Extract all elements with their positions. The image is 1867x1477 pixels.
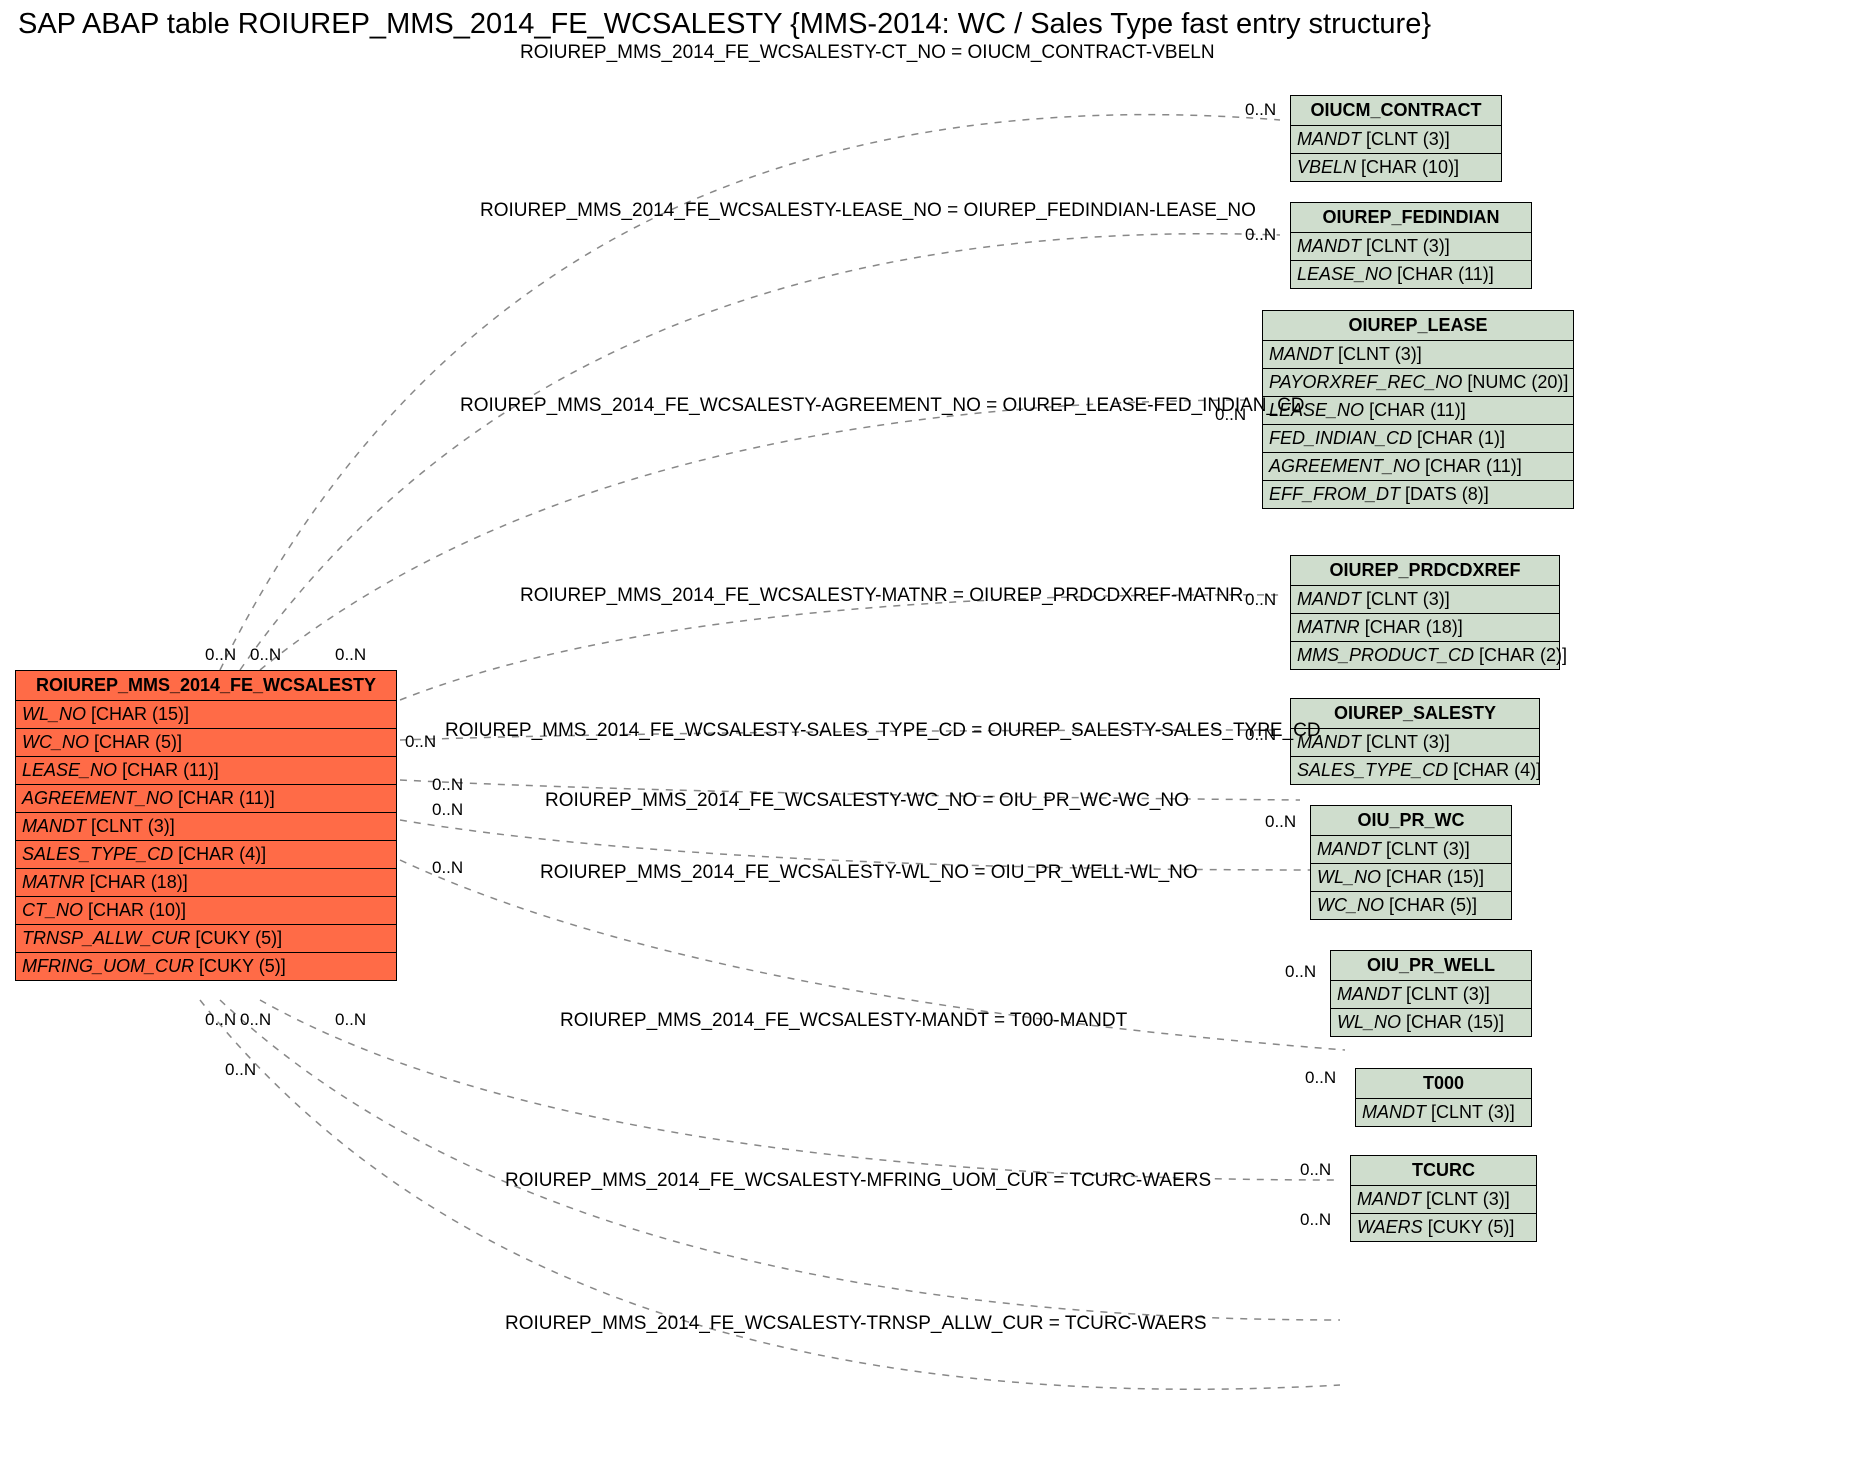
entity-oiurep-prdcdxref: OIUREP_PRDCDXREF MANDT [CLNT (3)] MATNR …: [1290, 555, 1560, 670]
entity-oiurep-fedindian: OIUREP_FEDINDIAN MANDT [CLNT (3)] LEASE_…: [1290, 202, 1532, 289]
field: MANDT [CLNT (3)]: [1331, 981, 1531, 1009]
field: WL_NO [CHAR (15)]: [1331, 1009, 1531, 1036]
cardinality: 0..N: [225, 1060, 256, 1080]
field: SALES_TYPE_CD [CHAR (4)]: [16, 841, 396, 869]
entity-tcurc: TCURC MANDT [CLNT (3)] WAERS [CUKY (5)]: [1350, 1155, 1537, 1242]
field: WL_NO [CHAR (15)]: [1311, 864, 1511, 892]
cardinality: 0..N: [1245, 225, 1276, 245]
cardinality: 0..N: [335, 645, 366, 665]
cardinality: 0..N: [1305, 1068, 1336, 1088]
entity-header: OIUREP_LEASE: [1263, 311, 1573, 341]
cardinality: 0..N: [432, 858, 463, 878]
entity-header: OIU_PR_WELL: [1331, 951, 1531, 981]
rel-label: ROIUREP_MMS_2014_FE_WCSALESTY-TRNSP_ALLW…: [505, 1313, 1207, 1335]
field: AGREEMENT_NO [CHAR (11)]: [1263, 453, 1573, 481]
field: CT_NO [CHAR (10)]: [16, 897, 396, 925]
field: PAYORXREF_REC_NO [NUMC (20)]: [1263, 369, 1573, 397]
entity-t000: T000 MANDT [CLNT (3)]: [1355, 1068, 1532, 1127]
cardinality: 0..N: [250, 645, 281, 665]
cardinality: 0..N: [1300, 1160, 1331, 1180]
cardinality: 0..N: [1245, 100, 1276, 120]
entity-header: TCURC: [1351, 1156, 1536, 1186]
cardinality: 0..N: [432, 775, 463, 795]
entity-oiurep-salesty: OIUREP_SALESTY MANDT [CLNT (3)] SALES_TY…: [1290, 698, 1540, 785]
field: MANDT [CLNT (3)]: [16, 813, 396, 841]
field: MANDT [CLNT (3)]: [1291, 586, 1559, 614]
field: MANDT [CLNT (3)]: [1356, 1099, 1531, 1126]
field: FED_INDIAN_CD [CHAR (1)]: [1263, 425, 1573, 453]
field: LEASE_NO [CHAR (11)]: [16, 757, 396, 785]
field: WC_NO [CHAR (5)]: [16, 729, 396, 757]
field: EFF_FROM_DT [DATS (8)]: [1263, 481, 1573, 508]
field: MANDT [CLNT (3)]: [1311, 836, 1511, 864]
cardinality: 0..N: [1215, 405, 1246, 425]
field: SALES_TYPE_CD [CHAR (4)]: [1291, 757, 1539, 784]
field: TRNSP_ALLW_CUR [CUKY (5)]: [16, 925, 396, 953]
rel-label: ROIUREP_MMS_2014_FE_WCSALESTY-CT_NO = OI…: [520, 42, 1215, 64]
cardinality: 0..N: [405, 732, 436, 752]
entity-header: T000: [1356, 1069, 1531, 1099]
entity-header: OIUREP_SALESTY: [1291, 699, 1539, 729]
cardinality: 0..N: [240, 1010, 271, 1030]
field: LEASE_NO [CHAR (11)]: [1291, 261, 1531, 288]
rel-label: ROIUREP_MMS_2014_FE_WCSALESTY-MFRING_UOM…: [505, 1170, 1211, 1192]
rel-label: ROIUREP_MMS_2014_FE_WCSALESTY-LEASE_NO =…: [480, 200, 1256, 222]
field: MANDT [CLNT (3)]: [1291, 233, 1531, 261]
field: MATNR [CHAR (18)]: [16, 869, 396, 897]
entity-header: OIUREP_PRDCDXREF: [1291, 556, 1559, 586]
entity-header: OIU_PR_WC: [1311, 806, 1511, 836]
cardinality: 0..N: [1265, 812, 1296, 832]
field: VBELN [CHAR (10)]: [1291, 154, 1501, 181]
field: MANDT [CLNT (3)]: [1351, 1186, 1536, 1214]
entity-main: ROIUREP_MMS_2014_FE_WCSALESTY WL_NO [CHA…: [15, 670, 397, 981]
entity-oiurep-lease: OIUREP_LEASE MANDT [CLNT (3)] PAYORXREF_…: [1262, 310, 1574, 509]
field: MFRING_UOM_CUR [CUKY (5)]: [16, 953, 396, 980]
cardinality: 0..N: [1245, 590, 1276, 610]
entity-oiucm-contract: OIUCM_CONTRACT MANDT [CLNT (3)] VBELN [C…: [1290, 95, 1502, 182]
cardinality: 0..N: [1285, 962, 1316, 982]
rel-label: ROIUREP_MMS_2014_FE_WCSALESTY-WL_NO = OI…: [540, 862, 1198, 884]
cardinality: 0..N: [205, 1010, 236, 1030]
entity-main-header: ROIUREP_MMS_2014_FE_WCSALESTY: [16, 671, 396, 701]
rel-label: ROIUREP_MMS_2014_FE_WCSALESTY-WC_NO = OI…: [545, 790, 1189, 812]
rel-label: ROIUREP_MMS_2014_FE_WCSALESTY-MANDT = T0…: [560, 1010, 1127, 1032]
field: MANDT [CLNT (3)]: [1291, 729, 1539, 757]
diagram-title: SAP ABAP table ROIUREP_MMS_2014_FE_WCSAL…: [18, 8, 1431, 41]
field: AGREEMENT_NO [CHAR (11)]: [16, 785, 396, 813]
field: MMS_PRODUCT_CD [CHAR (2)]: [1291, 642, 1559, 669]
cardinality: 0..N: [1245, 725, 1276, 745]
cardinality: 0..N: [205, 645, 236, 665]
field: MATNR [CHAR (18)]: [1291, 614, 1559, 642]
entity-header: OIUCM_CONTRACT: [1291, 96, 1501, 126]
field: LEASE_NO [CHAR (11)]: [1263, 397, 1573, 425]
field: MANDT [CLNT (3)]: [1291, 126, 1501, 154]
field: WC_NO [CHAR (5)]: [1311, 892, 1511, 919]
rel-label: ROIUREP_MMS_2014_FE_WCSALESTY-MATNR = OI…: [520, 585, 1243, 607]
field: WL_NO [CHAR (15)]: [16, 701, 396, 729]
cardinality: 0..N: [335, 1010, 366, 1030]
rel-label: ROIUREP_MMS_2014_FE_WCSALESTY-AGREEMENT_…: [460, 395, 1305, 417]
entity-oiu-pr-well: OIU_PR_WELL MANDT [CLNT (3)] WL_NO [CHAR…: [1330, 950, 1532, 1037]
cardinality: 0..N: [1300, 1210, 1331, 1230]
cardinality: 0..N: [432, 800, 463, 820]
field: WAERS [CUKY (5)]: [1351, 1214, 1536, 1241]
entity-oiu-pr-wc: OIU_PR_WC MANDT [CLNT (3)] WL_NO [CHAR (…: [1310, 805, 1512, 920]
rel-label: ROIUREP_MMS_2014_FE_WCSALESTY-SALES_TYPE…: [445, 720, 1321, 742]
field: MANDT [CLNT (3)]: [1263, 341, 1573, 369]
entity-header: OIUREP_FEDINDIAN: [1291, 203, 1531, 233]
